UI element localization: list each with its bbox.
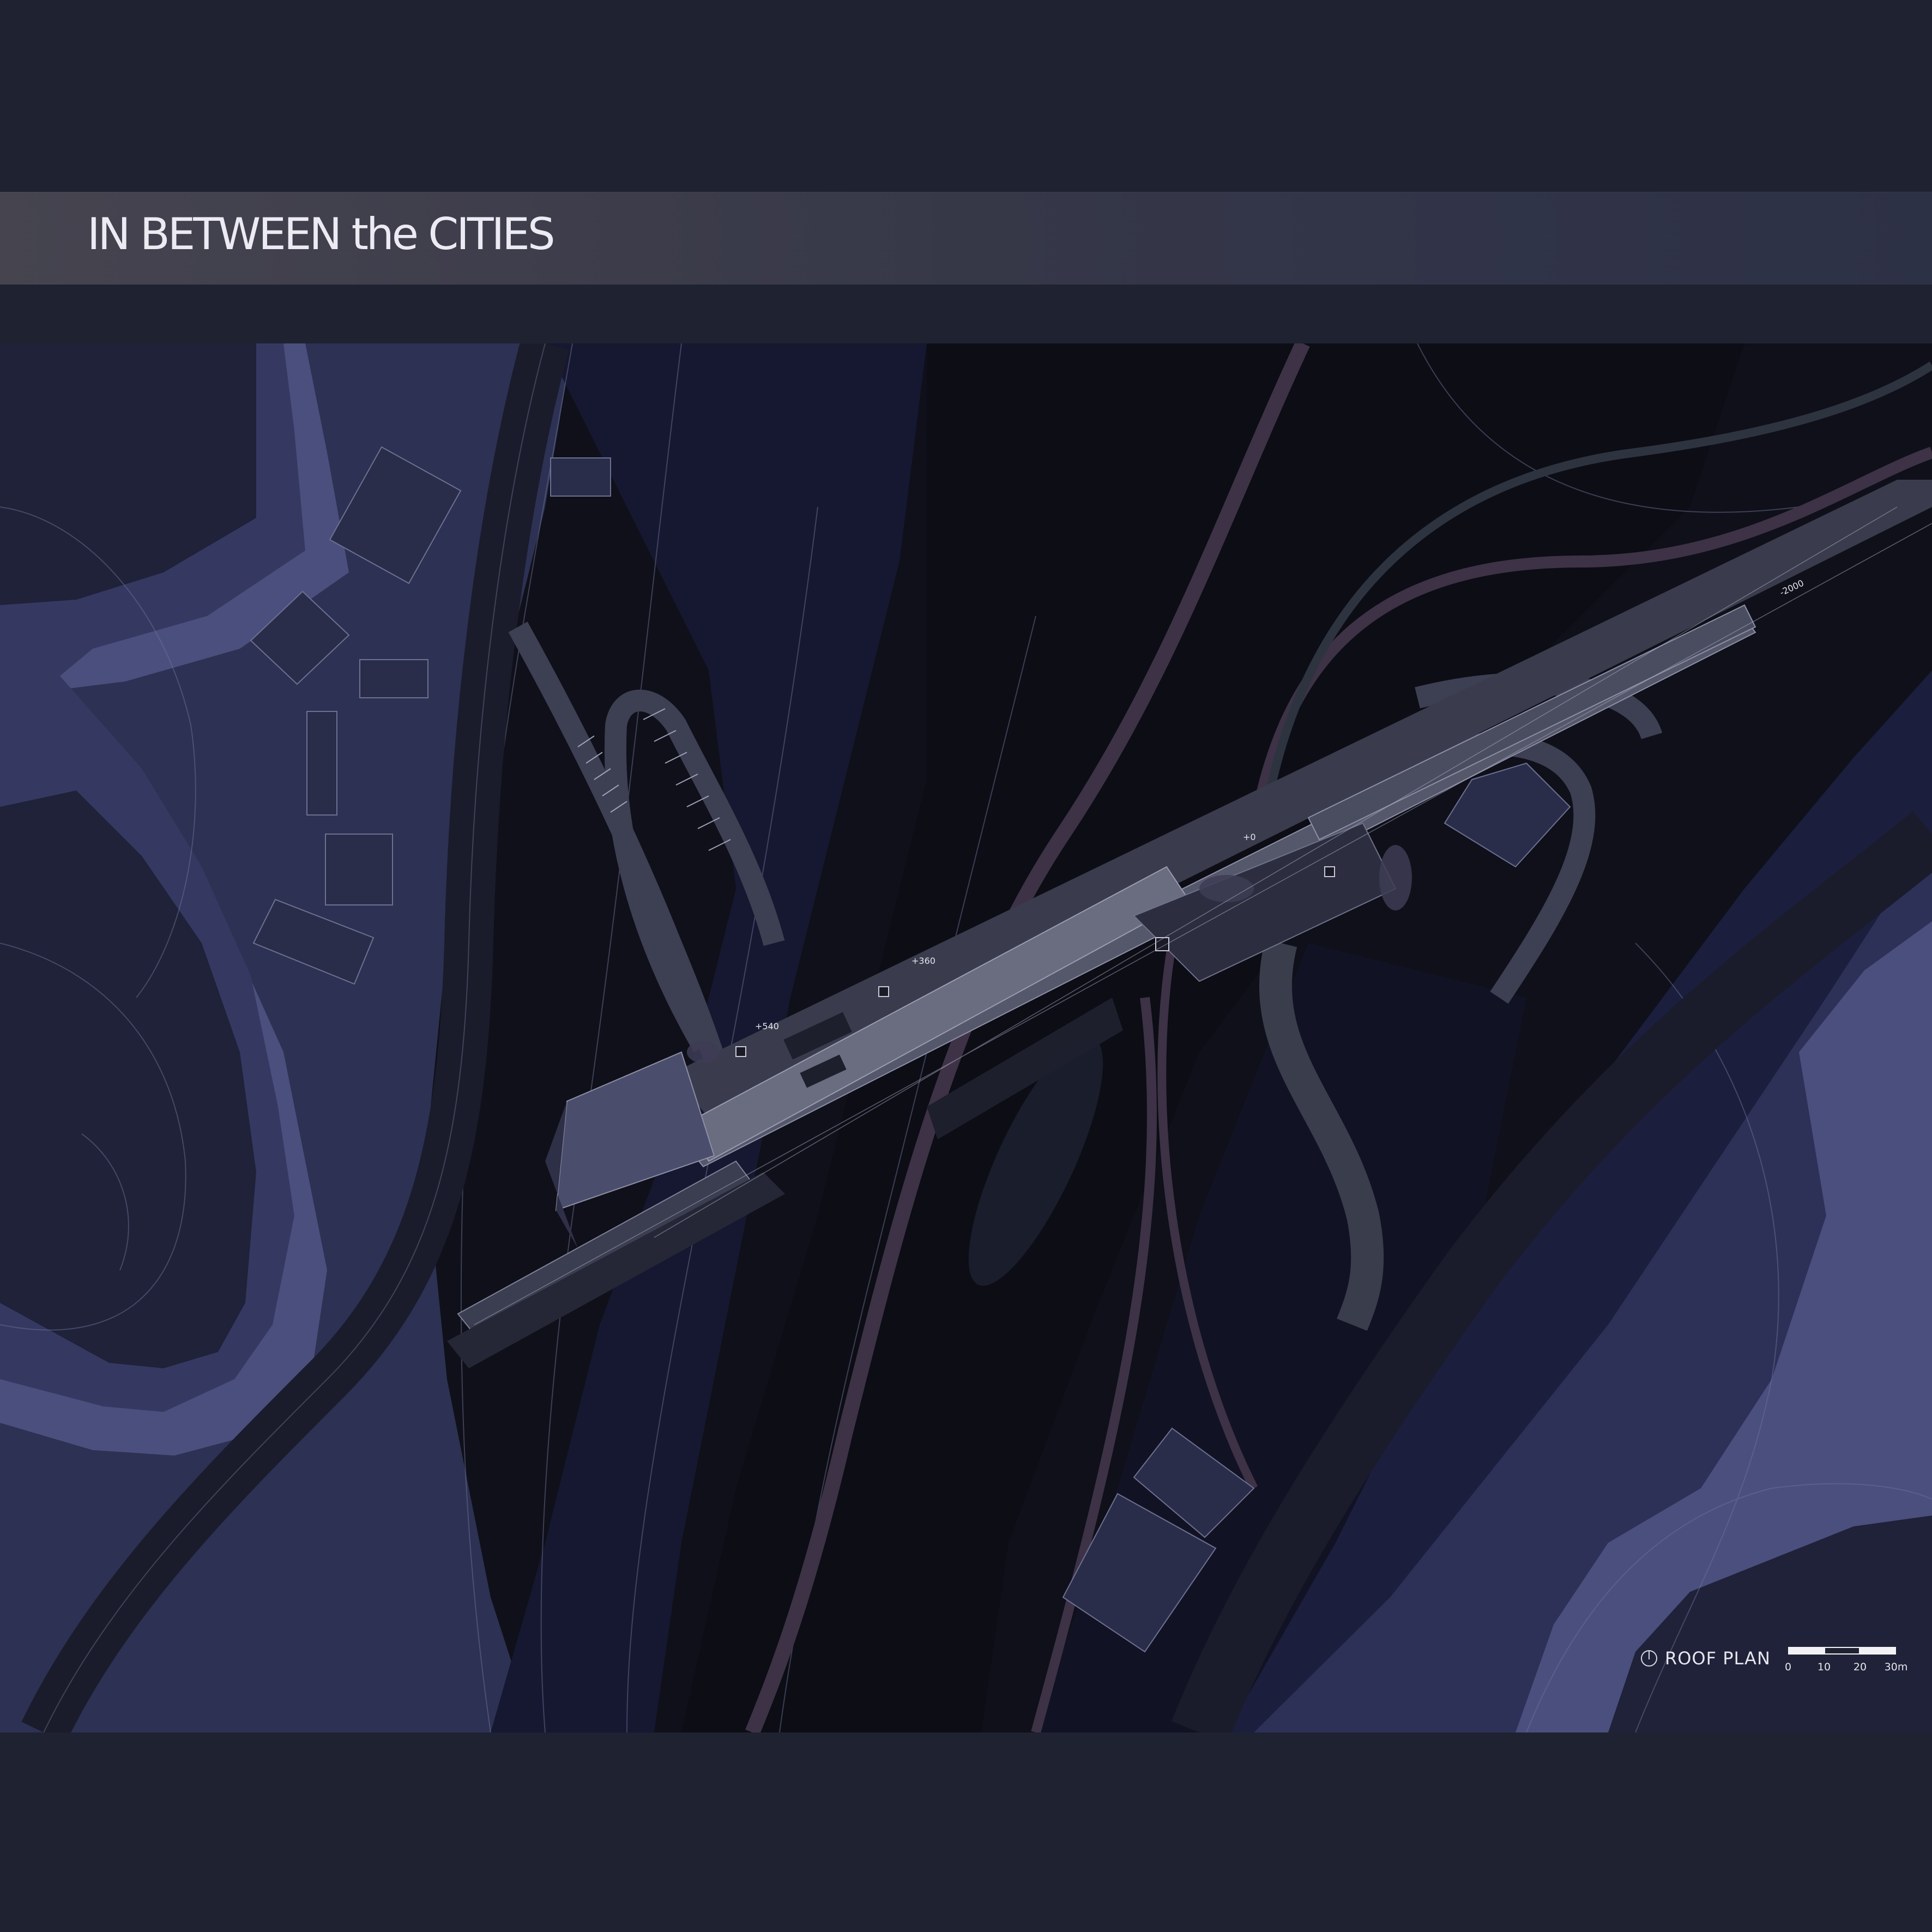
building-footprint [359,659,428,698]
scale-bar: 0 10 20 30m [1784,1647,1907,1696]
legend-title: ROOF PLAN [1665,1648,1771,1669]
level-label: +540 [755,1021,779,1031]
scale-bar-segment [1860,1647,1896,1655]
site-plan-svg: +540 +360 +0 -2000 [0,343,1932,1732]
roof-plan-drawing: +540 +360 +0 -2000 [0,343,1932,1732]
scale-bar-segment [1788,1647,1824,1655]
station-skylight [878,986,889,997]
station-skylight [1324,866,1335,877]
scale-tick-label: 0 [1784,1661,1792,1673]
planting-area [1199,875,1254,902]
north-arrow-icon [1641,1650,1657,1667]
planting-area [687,1041,720,1063]
scale-tick-label: 30m [1884,1661,1908,1673]
title-banner: IN BETWEEN the CITIES [0,192,1932,285]
building-footprint [325,834,393,905]
planting-area [1379,845,1412,910]
scale-bar-segment [1824,1647,1860,1655]
scale-tick-label: 20 [1853,1661,1867,1673]
station-skylight [735,1046,746,1057]
page-title: IN BETWEEN the CITIES [87,209,556,259]
building-footprint [550,457,611,497]
level-label: +360 [911,956,935,966]
level-label: +0 [1243,832,1256,842]
building-footprint [306,711,337,816]
scale-tick-label: 10 [1817,1661,1831,1673]
